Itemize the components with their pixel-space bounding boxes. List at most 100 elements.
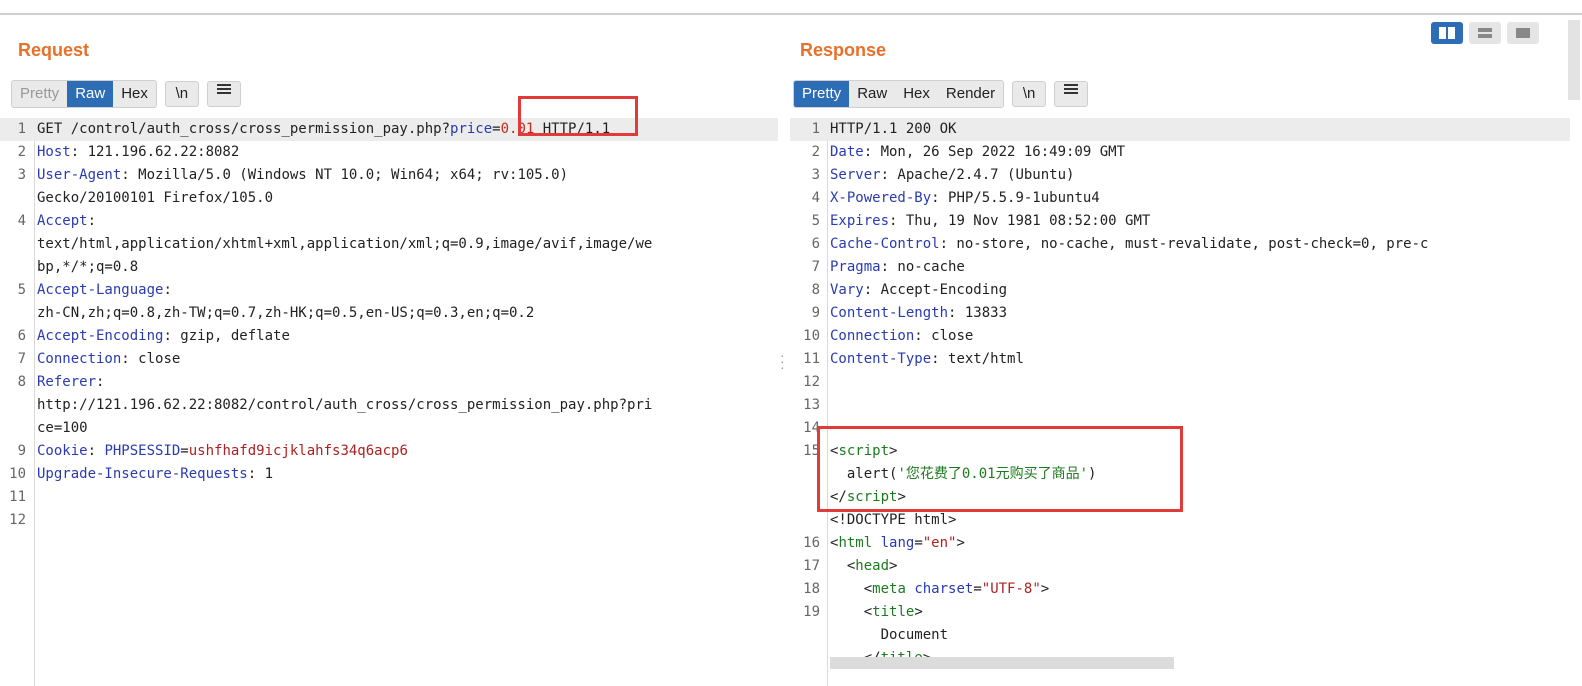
code-token: Vary	[830, 282, 864, 298]
response-horizontal-scrollbar[interactable]	[830, 657, 1174, 669]
code-token: : no-cache	[880, 259, 965, 275]
code-token: : text/html	[931, 351, 1024, 367]
code-line: 14	[790, 417, 1570, 440]
code-token: PHPSESSID	[104, 443, 181, 459]
line-content: <html lang="en">	[830, 532, 965, 555]
code-token: <!DOCTYPE html>	[830, 512, 957, 528]
code-line: ce=100	[0, 417, 778, 440]
single-pane-button[interactable]	[1507, 22, 1539, 44]
line-number: 10	[803, 328, 820, 344]
code-line: 7 Pragma: no-cache	[790, 256, 1570, 279]
code-token: http://121.196.62.22:8082/control/auth_c…	[37, 397, 653, 413]
layout-toggle	[1431, 22, 1539, 44]
code-line: 12	[790, 371, 1570, 394]
line-content: text/html,application/xhtml+xml,applicat…	[37, 233, 652, 256]
response-tab-pretty[interactable]: Pretty	[794, 81, 850, 107]
code-line: 5 Expires: Thu, 19 Nov 1981 08:52:00 GMT	[790, 210, 1570, 233]
split-columns-button[interactable]	[1431, 22, 1463, 44]
request-pane: Request Pretty Raw Hex \n 1 GET /control/…	[0, 16, 778, 686]
code-line: 11	[0, 486, 778, 509]
line-number: 2	[811, 144, 820, 160]
code-line: 16 <html lang="en">	[790, 532, 1570, 555]
code-token: >	[889, 443, 898, 459]
code-line: 9 Content-Length: 13833	[790, 302, 1570, 325]
line-number: 9	[17, 443, 26, 459]
line-number: 11	[9, 489, 26, 505]
line-content: Content-Length: 13833	[830, 302, 1007, 325]
request-tab-hex[interactable]: Hex	[113, 81, 156, 107]
line-content: bp,*/*;q=0.8	[37, 256, 138, 279]
response-tab-hex[interactable]: Hex	[895, 81, 938, 107]
code-token: >	[889, 558, 898, 574]
line-content: User-Agent: Mozilla/5.0 (Windows NT 10.0…	[37, 164, 568, 187]
response-menu-button[interactable]	[1054, 81, 1089, 107]
top-border	[0, 13, 1582, 15]
request-title: Request	[18, 40, 90, 60]
code-token: Date	[830, 144, 864, 160]
request-tab-pretty[interactable]: Pretty	[12, 81, 68, 107]
line-content: Upgrade-Insecure-Requests: 1	[37, 463, 273, 486]
code-line: 1 HTTP/1.1 200 OK	[790, 118, 1570, 141]
response-toolbar: Pretty Raw Hex Render \n	[793, 80, 1089, 108]
code-line: 7 Connection: close	[0, 348, 778, 371]
hamburger-icon	[214, 84, 234, 94]
vertical-scrollbar[interactable]	[1568, 20, 1580, 100]
code-token: : close	[914, 328, 974, 344]
line-number: 11	[803, 351, 820, 367]
code-line: bp,*/*;q=0.8	[0, 256, 778, 279]
code-token: price	[450, 121, 493, 137]
code-line: alert('您花费了0.01元购买了商品')	[790, 463, 1570, 486]
code-token: '您花费了0.01元购买了商品'	[897, 466, 1089, 482]
code-line: 5 Accept-Language:	[0, 279, 778, 302]
response-editor[interactable]: 1 HTTP/1.1 200 OK 2 Date: Mon, 26 Sep 2022 …	[790, 118, 1570, 686]
line-content: alert('您花费了0.01元购买了商品')	[830, 463, 1097, 486]
request-view-tabs: Pretty Raw Hex	[11, 80, 157, 108]
code-token: alert(	[830, 466, 898, 482]
request-toolbar: Pretty Raw Hex \n	[11, 80, 241, 108]
response-pane: Response Pretty Raw Hex Render \n 1 HTTP/…	[790, 16, 1570, 686]
code-line: 1 GET /control/auth_cross/cross_permissio…	[0, 118, 778, 141]
code-token: Cache-Control	[830, 236, 940, 252]
code-token: Connection	[830, 328, 915, 344]
request-newline-button[interactable]: \n	[164, 81, 199, 107]
response-tab-raw[interactable]: Raw	[849, 81, 896, 107]
response-newline-button[interactable]: \n	[1012, 81, 1047, 107]
line-number: 9	[811, 305, 820, 321]
code-token: script	[846, 489, 898, 505]
code-line: zh-CN,zh;q=0.8,zh-TW;q=0.7,zh-HK;q=0.5,e…	[0, 302, 778, 325]
line-content: Date: Mon, 26 Sep 2022 16:49:09 GMT	[830, 141, 1125, 164]
split-rows-button[interactable]	[1469, 22, 1501, 44]
line-number: 2	[17, 144, 26, 160]
request-editor[interactable]: 1 GET /control/auth_cross/cross_permissio…	[0, 118, 778, 686]
code-token: Content-Type	[830, 351, 932, 367]
line-number: 14	[803, 420, 820, 436]
hamburger-icon	[1061, 84, 1081, 94]
code-line: text/html,application/xhtml+xml,applicat…	[0, 233, 778, 256]
code-line: 12	[0, 509, 778, 532]
code-token: html	[838, 535, 873, 551]
code-line: 2 Host: 121.196.62.22:8082	[0, 141, 778, 164]
code-token: >	[897, 489, 906, 505]
request-tab-raw[interactable]: Raw	[67, 81, 114, 107]
pane-splitter-handle[interactable]: · · ·	[780, 348, 785, 374]
code-token: X-Powered-By	[830, 190, 932, 206]
code-token: Document	[830, 627, 949, 643]
line-number: 1	[17, 121, 26, 137]
code-line: 15 <script>	[790, 440, 1570, 463]
code-line: 8 Vary: Accept-Encoding	[790, 279, 1570, 302]
code-token: =	[180, 443, 189, 459]
request-menu-button[interactable]	[206, 81, 241, 107]
line-content: <meta charset="UTF-8">	[830, 578, 1050, 601]
response-tab-render[interactable]: Render	[937, 81, 1004, 107]
code-token: : no-store, no-cache, must-revalidate, p…	[939, 236, 1429, 252]
line-number: 10	[9, 466, 26, 482]
code-token: >	[914, 604, 923, 620]
code-token: Connection	[37, 351, 122, 367]
code-token: >	[956, 535, 965, 551]
line-number: 19	[803, 604, 820, 620]
code-token: :	[87, 443, 105, 459]
line-number: 4	[811, 190, 820, 206]
line-number: 15	[803, 443, 820, 459]
code-token: bp,*/*;q=0.8	[37, 259, 139, 275]
code-token: charset	[914, 581, 974, 597]
